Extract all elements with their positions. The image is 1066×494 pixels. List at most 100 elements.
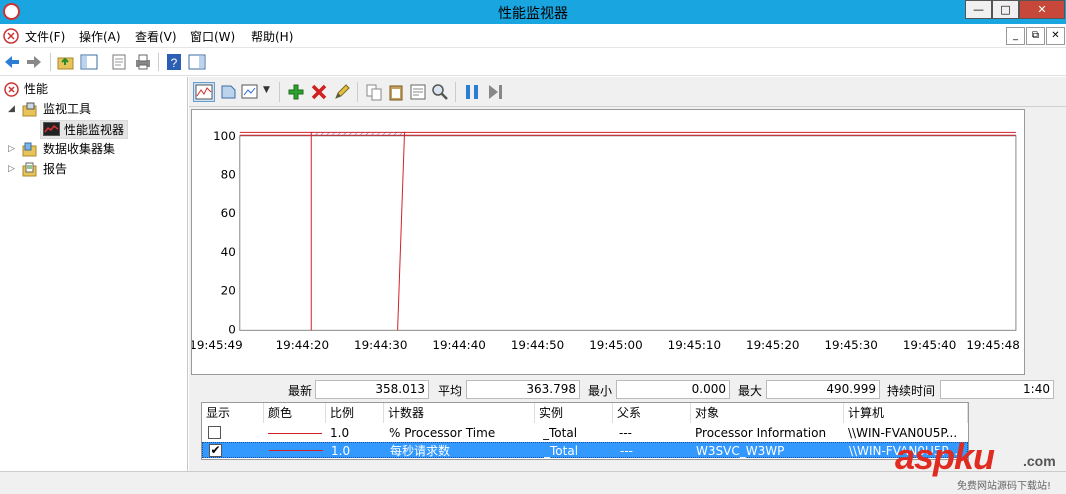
duration-value: 1:40 xyxy=(940,380,1054,399)
folder-tools-icon xyxy=(22,102,37,117)
mdi-restore-button[interactable]: ⧉ xyxy=(1026,27,1045,45)
dropdown-arrow-icon[interactable]: ▼ xyxy=(263,85,270,95)
table-row[interactable]: 1.0 % Processor Time _Total --- Processo… xyxy=(202,425,968,441)
show-checkbox[interactable] xyxy=(208,426,221,439)
pause-icon[interactable] xyxy=(463,83,481,101)
toolbar-separator xyxy=(357,82,358,102)
toolbar-separator xyxy=(279,82,280,102)
column-header-show[interactable]: 显示 xyxy=(202,403,264,423)
instance-cell: _Total xyxy=(544,444,579,458)
expander-expanded-icon[interactable]: ◢ xyxy=(8,100,15,119)
average-value: 363.798 xyxy=(466,380,580,399)
minimize-button[interactable]: — xyxy=(965,0,992,19)
menu-bar: 文件(F) 操作(A) 查看(V) 窗口(W) 帮助(H) _ ⧉ ✕ xyxy=(0,24,1066,48)
window-title: 性能监视器 xyxy=(498,6,568,22)
column-header-object[interactable]: 对象 xyxy=(691,403,844,423)
back-arrow-icon[interactable] xyxy=(3,53,21,71)
menu-help[interactable]: 帮助(H) xyxy=(251,28,293,45)
menu-window[interactable]: 窗口(W) xyxy=(190,28,235,45)
x-tick-label: 19:45:10 xyxy=(668,338,721,352)
performance-monitor-icon xyxy=(43,122,60,136)
menu-view[interactable]: 查看(V) xyxy=(135,28,177,45)
maximum-value: 490.999 xyxy=(766,380,880,399)
aspku-watermark: aspku .com 免费网站源码下载站! xyxy=(895,436,1065,494)
print-icon[interactable] xyxy=(134,53,152,71)
highlight-pencil-icon[interactable] xyxy=(333,83,351,101)
statistics-bar: 最新 358.013 平均 363.798 最小 0.000 最大 490.99… xyxy=(189,379,1066,401)
last-label: 最新 xyxy=(288,384,313,398)
tree-item-label: 性能监视器 xyxy=(64,123,125,137)
average-label: 平均 xyxy=(438,384,463,398)
svg-text:?: ? xyxy=(171,56,178,70)
x-tick-label: 19:45:20 xyxy=(746,338,799,352)
x-tick-label: 19:45:49 xyxy=(191,338,243,352)
menu-file[interactable]: 文件(F) xyxy=(25,28,65,45)
expander-collapsed-icon[interactable]: ▷ xyxy=(8,160,15,179)
paste-counter-list-icon[interactable] xyxy=(387,83,405,101)
object-cell: W3SVC_W3WP xyxy=(696,444,785,458)
mdi-minimize-button[interactable]: _ xyxy=(1006,27,1025,45)
column-header-counter[interactable]: 计数器 xyxy=(384,403,535,423)
report-icon xyxy=(22,162,37,177)
column-header-computer[interactable]: 计算机 xyxy=(844,403,968,423)
close-button[interactable]: ✕ xyxy=(1019,0,1065,19)
tree-item-label: 监视工具 xyxy=(43,102,92,116)
tree-item-performance-monitor[interactable]: 性能监视器 xyxy=(40,120,128,139)
tree-item-label: 数据收集器集 xyxy=(43,142,116,156)
counter-cell: 每秒请求数 xyxy=(390,444,451,458)
last-value: 358.013 xyxy=(315,380,429,399)
menu-action[interactable]: 操作(A) xyxy=(79,28,121,45)
mdi-close-button[interactable]: ✕ xyxy=(1046,27,1065,45)
perfmon-toolbar: ▼ xyxy=(189,77,1066,107)
properties-icon[interactable] xyxy=(409,83,427,101)
y-tick-label: 40 xyxy=(221,245,236,259)
freeze-display-icon[interactable] xyxy=(219,83,237,101)
title-bar: 性能监视器 — □ ✕ xyxy=(0,0,1066,24)
x-tick-label: 19:44:20 xyxy=(276,338,329,352)
minimum-value: 0.000 xyxy=(616,380,730,399)
delete-counter-icon[interactable] xyxy=(310,83,328,101)
y-axis-ticks: 100 80 60 40 20 0 xyxy=(213,129,236,337)
show-hide-tree-icon[interactable] xyxy=(80,53,98,71)
x-tick-label: 19:44:30 xyxy=(354,338,407,352)
object-cell: Processor Information xyxy=(695,426,827,440)
properties-icon[interactable] xyxy=(110,53,128,71)
data-collector-icon xyxy=(22,142,37,157)
toolbar-separator xyxy=(50,53,51,71)
x-axis-ticks: 19:45:49 19:44:20 19:44:30 19:44:40 19:4… xyxy=(191,338,1020,352)
tree-item-label: 报告 xyxy=(43,162,68,176)
add-counter-icon[interactable] xyxy=(287,83,305,101)
view-graph-icon[interactable] xyxy=(193,82,215,102)
column-header-instance[interactable]: 实例 xyxy=(535,403,613,423)
column-header-color[interactable]: 颜色 xyxy=(264,403,326,423)
plot-area xyxy=(239,135,1017,331)
up-folder-icon[interactable] xyxy=(57,53,75,71)
action-pane-icon[interactable] xyxy=(188,53,206,71)
perfmon-icon xyxy=(4,82,19,97)
watermark-brand: aspku xyxy=(895,436,995,477)
copy-properties-icon[interactable] xyxy=(365,83,383,101)
update-data-icon[interactable] xyxy=(486,83,504,101)
instance-cell: _Total xyxy=(543,426,578,440)
series-color-swatch xyxy=(268,433,322,434)
x-tick-label: 19:44:40 xyxy=(432,338,485,352)
change-graph-type-icon[interactable] xyxy=(241,83,259,101)
column-header-scale[interactable]: 比例 xyxy=(326,403,384,423)
y-tick-label: 20 xyxy=(221,284,236,298)
counter-legend-table: 显示 颜色 比例 计数器 实例 父系 对象 计算机 1.0 % Processo… xyxy=(201,402,969,460)
column-header-parent[interactable]: 父系 xyxy=(613,403,691,423)
maximize-button[interactable]: □ xyxy=(992,0,1019,19)
forward-arrow-icon[interactable] xyxy=(25,53,43,71)
performance-monitor-pane: ▼ 100 80 60 40 20 0 19:45:49 19:44:20 19… xyxy=(189,77,1066,471)
perfmon-doc-icon[interactable] xyxy=(3,28,19,44)
y-tick-label: 100 xyxy=(213,129,236,143)
table-row-selected[interactable]: ✔ 1.0 每秒请求数 _Total --- W3SVC_W3WP \\WIN-… xyxy=(202,442,968,458)
help-icon[interactable]: ? xyxy=(165,53,183,71)
watermark-tagline: 免费网站源码下载站! xyxy=(957,481,1052,492)
zoom-magnifier-icon[interactable] xyxy=(431,83,449,101)
scale-cell: 1.0 xyxy=(331,444,351,458)
x-tick-label: 19:45:30 xyxy=(824,338,877,352)
expander-collapsed-icon[interactable]: ▷ xyxy=(8,140,15,159)
show-checkbox-checked[interactable]: ✔ xyxy=(209,444,222,457)
performance-graph[interactable]: 100 80 60 40 20 0 19:45:49 19:44:20 19:4… xyxy=(191,109,1025,375)
